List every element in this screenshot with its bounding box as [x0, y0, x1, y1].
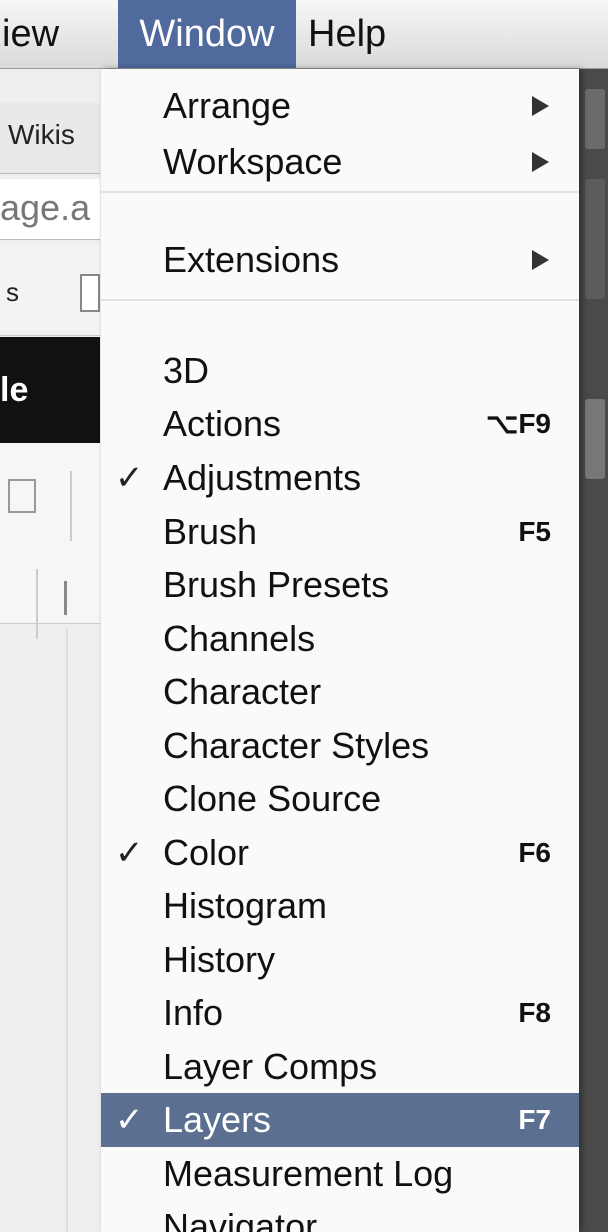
menu-item-layer-comps[interactable]: Layer Comps [101, 1040, 579, 1094]
menu-item-measurement-log[interactable]: Measurement Log [101, 1147, 579, 1201]
menu-item-label: History [163, 939, 276, 980]
menu-item-extensions[interactable]: Extensions [101, 233, 579, 287]
menu-item-navigator[interactable]: Navigator [101, 1200, 579, 1232]
menu-item-brush[interactable]: Brush F5 [101, 505, 579, 559]
menu-item-info[interactable]: Info F8 [101, 986, 579, 1040]
menu-item-label: Clone Source [163, 778, 382, 819]
browser-tab-label[interactable]: Wikis [8, 119, 75, 151]
menu-item-label: Arrange [163, 85, 292, 126]
checkmark-icon: ✓ [115, 1101, 144, 1139]
menu-bar: iew Window Help [0, 0, 608, 69]
edit-icon[interactable] [8, 479, 36, 513]
submenu-arrow-icon [532, 250, 549, 270]
menu-item-channels[interactable]: Channels [101, 612, 579, 666]
menu-help[interactable]: Help [308, 0, 428, 68]
checkmark-icon: ✓ [115, 834, 144, 872]
menu-item-label: Actions [163, 403, 282, 444]
menu-item-label: Brush [163, 511, 258, 552]
panel-scroll[interactable] [585, 179, 605, 299]
menu-item-label: Layer Comps [163, 1046, 378, 1087]
dark-header-text: le [0, 371, 29, 409]
menu-item-label: Adjustments [163, 457, 362, 498]
menu-item-label: Workspace [163, 141, 343, 182]
menu-item-label: Character Styles [163, 725, 430, 766]
content-divider [66, 629, 68, 1232]
menu-view[interactable]: iew [0, 0, 120, 68]
menu-item-label: Character [163, 671, 322, 712]
submenu-arrow-icon [532, 152, 549, 172]
sort-icon[interactable] [64, 581, 97, 615]
menu-item-label: Histogram [163, 885, 328, 926]
menu-item-character[interactable]: Character [101, 665, 579, 719]
menu-item-label: Brush Presets [163, 564, 390, 605]
menu-separator [101, 299, 579, 301]
menu-item-label: Layers [163, 1099, 272, 1140]
shortcut-label: F7 [518, 1104, 551, 1135]
window-menu: Arrange Workspace Extensions 3D Actions ⌥F9 ✓ A… [101, 69, 579, 1232]
menu-item-actions[interactable]: Actions ⌥F9 [101, 397, 579, 451]
menu-item-color[interactable]: ✓ Color F6 [101, 826, 579, 880]
menu-separator [101, 191, 579, 193]
shortcut-label: F5 [518, 516, 551, 547]
shortcut-label: ⌥F9 [486, 408, 551, 439]
menu-item-workspace[interactable]: Workspace [101, 135, 579, 189]
toolbar-divider-2 [36, 569, 38, 639]
menu-item-3d[interactable]: 3D [101, 344, 579, 398]
menu-item-layers[interactable]: ✓ Layers F7 [101, 1093, 579, 1147]
menu-item-arrange[interactable]: Arrange [101, 79, 579, 133]
menu-item-history[interactable]: History [101, 933, 579, 987]
menu-item-brush-presets[interactable]: Brush Presets [101, 558, 579, 612]
page-icon [80, 274, 100, 312]
menu-window[interactable]: Window [118, 0, 296, 68]
menu-item-histogram[interactable]: Histogram [101, 879, 579, 933]
menu-item-label: Measurement Log [163, 1153, 454, 1194]
submenu-arrow-icon [532, 96, 549, 116]
menu-item-character-styles[interactable]: Character Styles [101, 719, 579, 773]
menu-item-label: Info [163, 992, 224, 1033]
checkmark-icon: ✓ [115, 459, 144, 497]
menu-item-label: Navigator [163, 1206, 318, 1232]
shortcut-label: F6 [518, 837, 551, 868]
menu-item-adjustments[interactable]: ✓ Adjustments [101, 451, 579, 505]
shortcut-label: F8 [518, 997, 551, 1028]
menu-item-label: 3D [163, 350, 210, 391]
panel-tab[interactable] [585, 89, 605, 149]
menu-item-clone-source[interactable]: Clone Source [101, 772, 579, 826]
menu-item-label: Extensions [163, 239, 340, 280]
menu-item-label: Color [163, 832, 250, 873]
panel-button[interactable] [585, 399, 605, 479]
url-text: age.a [0, 187, 91, 228]
bookmark-label[interactable]: s [6, 277, 19, 308]
photoshop-panel-edge [579, 69, 608, 1232]
menu-item-label: Channels [163, 618, 316, 659]
toolbar-divider [70, 471, 72, 541]
